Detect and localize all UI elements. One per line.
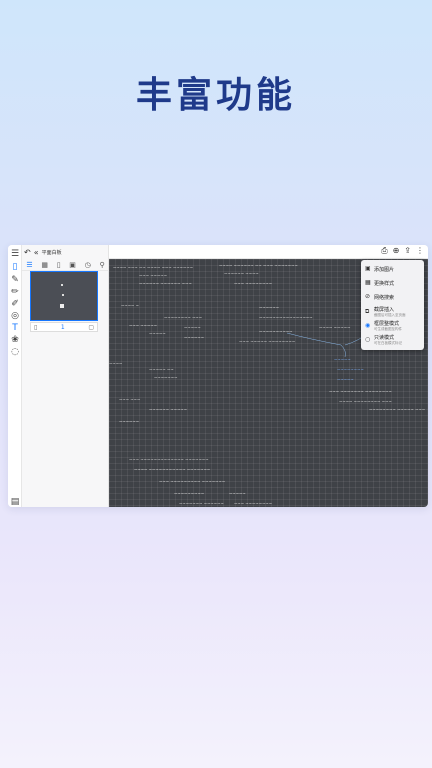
comment-icon[interactable]: ◌: [10, 347, 20, 357]
menu-item-label: 添加图片: [374, 266, 395, 273]
bookmark-icon[interactable]: ▯: [34, 324, 37, 331]
menu-item-label: 只读模式: [374, 335, 395, 341]
menu-item-readonly-mode[interactable]: ○ 只读模式 可在白板模式标记: [363, 333, 422, 347]
page-number: 1: [60, 323, 65, 331]
palette-icon: ▦: [365, 279, 371, 286]
headline: 丰富功能: [135, 75, 296, 116]
menu-item-label: 更换样式: [374, 280, 395, 287]
menu-icon[interactable]: ☰: [10, 249, 20, 259]
tool-rail: ☰ ▯ ✎ ✏ ✐ ◎ T ❀ ◌ ▤: [8, 245, 22, 507]
menu-item-label: 截屏插入: [374, 307, 395, 313]
history-tab-icon[interactable]: ◷: [85, 261, 91, 269]
export-icon[interactable]: ⎙: [381, 246, 387, 256]
pen-icon[interactable]: ✎: [10, 275, 20, 285]
readonly-icon: ○: [365, 336, 371, 343]
frame-mode-icon: ◉: [365, 322, 371, 329]
bookmark-tab-icon[interactable]: ▯: [57, 261, 61, 269]
outline-tab-icon[interactable]: ☰: [26, 261, 32, 269]
menu-item-sublabel: 可生成截图至构件: [374, 327, 402, 331]
menu-item-label: 网络搜索: [374, 294, 395, 301]
more-icon[interactable]: ▢: [88, 324, 94, 331]
thumbnail-footer: ▯ 1 ▢: [30, 322, 98, 332]
keyboard-icon[interactable]: ▤: [10, 497, 20, 507]
app-screenshot: ☰ ▯ ✎ ✏ ✐ ◎ T ❀ ◌ ▤ ↶ « 平面白板 ☰ ▦ ▯ ▣ ◷ ⚲: [8, 245, 428, 507]
lasso-icon[interactable]: ◎: [10, 311, 20, 321]
layers-tab-icon[interactable]: ▣: [69, 261, 76, 269]
screenshot-icon: ⧉: [365, 308, 370, 315]
globe-search-icon: ⊘: [365, 293, 371, 300]
page-sidebar: ↶ « 平面白板 ☰ ▦ ▯ ▣ ◷ ⚲ ▯ 1 ▢: [22, 245, 109, 507]
menu-item-sublabel: 截图后可插入至页面: [374, 313, 406, 317]
highlighter-icon[interactable]: ✐: [10, 299, 20, 309]
document-title: 平面白板: [41, 249, 62, 256]
text-tool-icon[interactable]: T: [10, 323, 20, 333]
pencil-icon[interactable]: ✏: [10, 287, 20, 297]
menu-item-frame-mode[interactable]: ◉ 框层整模式 可生成截图至构件: [363, 319, 422, 333]
collapse-icon[interactable]: «: [34, 248, 39, 257]
menu-item-web-search[interactable]: ⊘ 网络搜索: [363, 290, 422, 304]
grid-tab-icon[interactable]: ▦: [41, 261, 48, 269]
menu-item-change-style[interactable]: ▦ 更换样式: [363, 276, 422, 290]
more-options-icon[interactable]: ⋮: [416, 246, 424, 256]
image-icon: ▣: [365, 265, 371, 272]
menu-item-screenshot-insert[interactable]: ⧉ 截屏插入 截图后可插入至页面: [363, 305, 422, 319]
menu-item-add-image[interactable]: ▣ 添加图片: [363, 262, 422, 276]
search-icon[interactable]: ⚲: [99, 261, 104, 269]
menu-item-sublabel: 可在白板模式标记: [374, 341, 402, 345]
undo-icon[interactable]: ↶: [24, 248, 31, 257]
page-thumbnail[interactable]: [30, 271, 98, 321]
shapes-icon[interactable]: ❀: [10, 335, 20, 345]
context-menu: ▣ 添加图片 ▦ 更换样式 ⊘ 网络搜索 ⧉ 截屏插入 截图后可插入至页面 ◉ …: [361, 260, 424, 350]
share-icon[interactable]: ⇪: [404, 246, 411, 256]
page-icon[interactable]: ▯: [10, 262, 20, 272]
menu-item-label: 框层整模式: [374, 321, 400, 327]
add-page-icon[interactable]: ⊕: [393, 246, 400, 256]
top-toolbar: ⎙ ⊕ ⇪ ⋮: [109, 245, 428, 259]
